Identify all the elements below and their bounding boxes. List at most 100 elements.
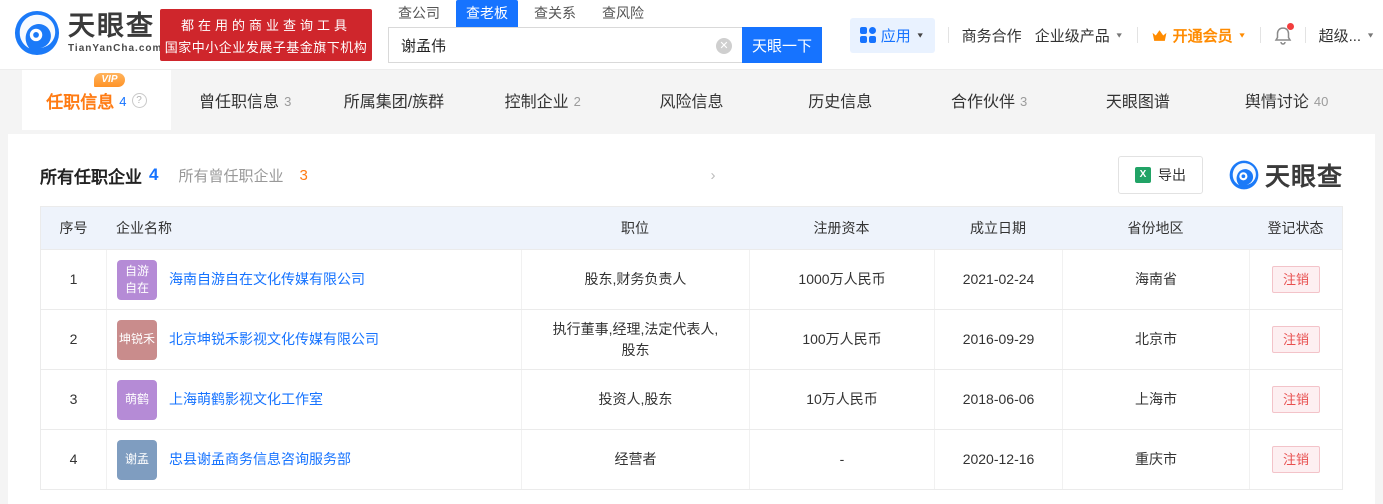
banner-line1: 都在用的商业查询工具 xyxy=(180,17,351,33)
registered-capital-cell: 1000万人民币 xyxy=(749,250,934,309)
registered-capital-cell: 100万人民币 xyxy=(749,310,934,369)
section-title: 所有任职企业 xyxy=(40,167,142,187)
company-logo: 自游 自在 xyxy=(117,259,157,300)
tab-3[interactable]: 控制企业 2 xyxy=(468,70,617,130)
help-icon[interactable]: ? xyxy=(131,92,147,108)
search-tab-0[interactable]: 查公司 xyxy=(388,0,450,27)
former-positions-link[interactable]: 所有曾任职企业 3 › xyxy=(178,165,715,186)
divider xyxy=(1136,27,1138,43)
tab-label: 曾任职信息 xyxy=(199,94,280,111)
tab-label: 所属集团/族群 xyxy=(343,94,445,111)
status-badge: 注销 xyxy=(1271,385,1320,414)
tab-count: 2 xyxy=(573,93,581,109)
search-tab-1[interactable]: 查老板 xyxy=(456,0,518,27)
open-vip-menu[interactable]: 开通会员 ▼ xyxy=(1151,25,1247,46)
top-header: 天眼查 TianYanCha.com 都在用的商业查询工具 国家中小企业发展子基… xyxy=(0,0,1383,70)
province-cell: 海南省 xyxy=(1062,250,1249,309)
company-link[interactable]: 忠县谢孟商务信息咨询服务部 xyxy=(169,449,351,470)
company-logo: 谢孟 xyxy=(117,439,157,480)
excel-icon: X xyxy=(1134,167,1151,183)
established-date-cell: 2020-12-16 xyxy=(934,430,1062,489)
tab-4[interactable]: 风险信息 xyxy=(617,70,766,130)
chevron-down-icon: ▼ xyxy=(1237,31,1247,39)
position-cell: 股东,财务负责人 xyxy=(521,250,749,309)
business-cooperation-link[interactable]: 商务合作 xyxy=(962,25,1022,46)
tab-label: 历史信息 xyxy=(808,94,873,111)
search-tab-3[interactable]: 查风险 xyxy=(592,0,654,27)
search-input[interactable] xyxy=(389,28,742,62)
table-row: 1 自游 自在 海南自游自在文化传媒有限公司 股东,财务负责人 1000万人民币… xyxy=(41,249,1342,309)
company-logo: 坤锐禾 xyxy=(117,319,157,360)
chevron-right-icon: › xyxy=(710,166,716,184)
logo-text: 天眼查 TianYanCha.com xyxy=(68,12,163,54)
positions-table: 序号 企业名称 职位 注册资本 成立日期 省份地区 登记状态 1 自游 自在 海南自游自在文… xyxy=(40,206,1343,490)
tab-count: 4 xyxy=(119,93,127,109)
status-cell: 注销 xyxy=(1249,250,1342,309)
column-header: 成立日期 xyxy=(970,219,1026,236)
company-link[interactable]: 上海萌鹤影视文化工作室 xyxy=(169,389,323,410)
column-header: 序号 xyxy=(59,219,88,236)
content-card: 所有任职企业 4 所有曾任职企业 3 › X 导出 天眼查 序号企业名称 职位 … xyxy=(8,134,1375,504)
table-row: 4 谢孟 忠县谢孟商务信息咨询服务部 经营者 - 2020-12-16 重庆市 … xyxy=(41,429,1342,489)
company-cell: 谢孟 忠县谢孟商务信息咨询服务部 xyxy=(106,430,521,489)
tab-label: 控制企业 xyxy=(504,94,569,111)
tab-label: 合作伙伴 xyxy=(950,94,1015,111)
registered-capital-cell: - xyxy=(749,430,934,489)
user-account-menu[interactable]: 超级... ▼ xyxy=(1319,25,1375,46)
search-button[interactable]: 天眼一下 xyxy=(742,27,822,63)
clear-icon[interactable]: ✕ xyxy=(716,38,732,54)
row-number: 3 xyxy=(69,391,78,407)
company-link[interactable]: 海南自游自在文化传媒有限公司 xyxy=(169,269,365,290)
tab-5[interactable]: 历史信息 xyxy=(766,70,915,130)
registered-capital-cell: 10万人民币 xyxy=(749,370,934,429)
column-header: 职位 xyxy=(621,219,649,236)
tab-2[interactable]: 所属集团/族群 xyxy=(320,70,469,130)
apps-grid-icon xyxy=(859,27,876,43)
position-cell: 执行董事,经理,法定代表人,股东 xyxy=(521,310,749,369)
page-tabs: VIP 任职信息 4? 曾任职信息 3 所属集团/族群 控制企业 2 风险信息 历史信息 合作伙伴 3… xyxy=(0,70,1383,130)
logo-subtitle: TianYanCha.com xyxy=(68,42,163,54)
company-cell: 坤锐禾 北京坤锐禾影视文化传媒有限公司 xyxy=(106,310,521,369)
tab-7[interactable]: 天眼图谱 xyxy=(1063,70,1212,130)
company-cell: 自游 自在 海南自游自在文化传媒有限公司 xyxy=(106,250,521,309)
position-cell: 投资人,股东 xyxy=(521,370,749,429)
company-logo: 萌鹤 xyxy=(117,379,157,420)
enterprise-products-menu[interactable]: 企业级产品 ▼ xyxy=(1035,25,1124,46)
status-badge: 注销 xyxy=(1271,445,1320,474)
tab-1[interactable]: 曾任职信息 3 xyxy=(171,70,320,130)
tab-8[interactable]: 舆情讨论 40 xyxy=(1212,70,1361,130)
search-input-wrap: ✕ xyxy=(388,27,742,63)
search-tabs: 查公司 查老板 查关系 查风险 xyxy=(388,0,822,27)
search-bar: ✕ 天眼一下 xyxy=(388,27,822,63)
divider xyxy=(947,27,949,43)
company-link[interactable]: 北京坤锐禾影视文化传媒有限公司 xyxy=(169,329,379,350)
table-header-row: 序号 企业名称 职位 注册资本 成立日期 省份地区 登记状态 xyxy=(41,207,1342,249)
search-tab-2[interactable]: 查关系 xyxy=(524,0,586,27)
export-button[interactable]: X 导出 xyxy=(1117,156,1203,194)
apps-menu[interactable]: 应用 ▼ xyxy=(849,17,935,53)
established-date-cell: 2021-02-24 xyxy=(934,250,1062,309)
divider xyxy=(1259,27,1261,43)
established-date-cell: 2018-06-06 xyxy=(934,370,1062,429)
watermark-swirl-icon xyxy=(1229,160,1259,190)
tab-label: 任职信息 xyxy=(46,92,115,112)
tab-6[interactable]: 合作伙伴 3 xyxy=(915,70,1064,130)
vip-badge: VIP xyxy=(94,72,125,87)
apps-label: 应用 xyxy=(880,27,911,45)
table-row: 2 坤锐禾 北京坤锐禾影视文化传媒有限公司 执行董事,经理,法定代表人,股东 1… xyxy=(41,309,1342,369)
tab-count: 3 xyxy=(1019,93,1028,109)
notifications-bell[interactable] xyxy=(1274,22,1294,45)
section-header: 所有任职企业 4 所有曾任职企业 3 › X 导出 天眼查 xyxy=(40,156,1343,194)
column-header: 登记状态 xyxy=(1267,219,1324,236)
search-block: 查公司查老板查关系查风险 ✕ 天眼一下 xyxy=(388,0,822,63)
status-cell: 注销 xyxy=(1249,370,1342,429)
tab-0[interactable]: VIP 任职信息 4? xyxy=(22,70,171,130)
banner-line2: 国家中小企业发展子基金旗下机构 xyxy=(164,39,368,55)
section-title-count: 4 xyxy=(149,165,159,184)
chevron-down-icon: ▼ xyxy=(1114,31,1124,39)
tab-label: 天眼图谱 xyxy=(1105,94,1170,111)
divider xyxy=(1304,27,1306,43)
column-header: 注册资本 xyxy=(813,219,870,236)
province-cell: 上海市 xyxy=(1062,370,1249,429)
tianyancha-logo[interactable]: 天眼查 TianYanCha.com xyxy=(14,10,162,56)
